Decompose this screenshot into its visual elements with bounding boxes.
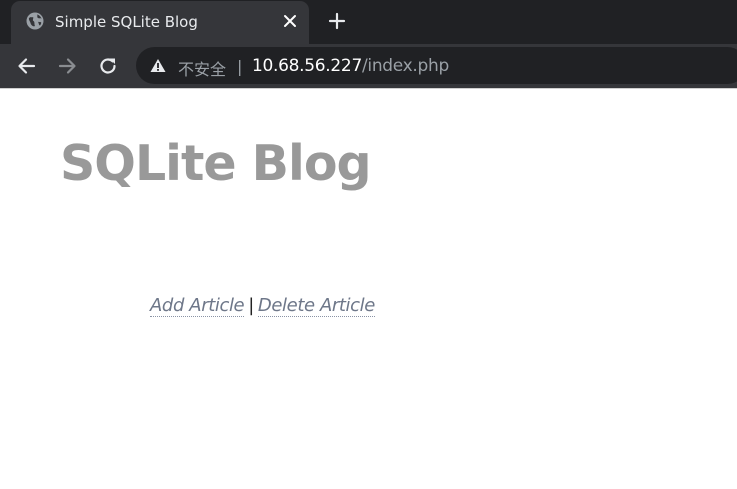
back-arrow-icon[interactable]	[16, 55, 38, 77]
active-tab[interactable]: Simple SQLite Blog	[11, 1, 309, 44]
new-tab-icon[interactable]	[327, 11, 347, 31]
reload-icon[interactable]	[97, 55, 119, 77]
tab-title: Simple SQLite Blog	[55, 13, 198, 31]
globe-icon	[26, 12, 44, 30]
article-links: Add Article | Delete Article	[150, 294, 375, 318]
page-title: SQLite Blog	[60, 135, 372, 192]
forward-arrow-icon[interactable]	[56, 55, 78, 77]
security-status-label[interactable]: 不安全	[178, 56, 226, 80]
url-text[interactable]: 10.68.56.227/index.php	[252, 56, 449, 76]
close-tab-icon[interactable]	[281, 12, 299, 30]
delete-article-link[interactable]: Delete Article	[257, 295, 375, 317]
browser-toolbar: 不安全 | 10.68.56.227/index.php	[0, 44, 737, 88]
url-host: 10.68.56.227	[252, 56, 362, 76]
chrome-divider	[0, 88, 737, 89]
tab-bar: Simple SQLite Blog	[0, 0, 737, 44]
url-path: /index.php	[361, 56, 449, 76]
address-bar[interactable]: 不安全 | 10.68.56.227/index.php	[136, 47, 737, 84]
link-separator: |	[248, 295, 254, 316]
warning-icon[interactable]	[150, 58, 166, 73]
url-separator: |	[237, 57, 243, 76]
add-article-link[interactable]: Add Article	[150, 295, 245, 317]
